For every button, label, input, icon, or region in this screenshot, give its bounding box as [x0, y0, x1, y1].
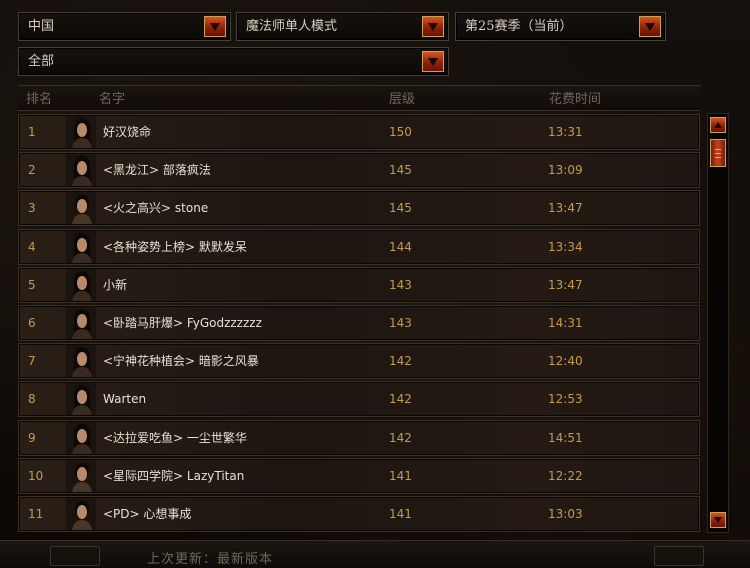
table-row[interactable]: 11 <PD> 心想事成 141 13:03: [18, 496, 700, 532]
row-name: Warten: [103, 392, 147, 406]
row-level: 150: [389, 125, 412, 139]
footer-ornament-left: [50, 546, 100, 566]
table-row[interactable]: 7 <宁神花种植会> 暗影之风暴 142 12:40: [18, 343, 700, 379]
region-dropdown[interactable]: 中国: [18, 12, 231, 41]
row-level: 145: [389, 201, 412, 215]
avatar: [66, 345, 96, 377]
row-rank: 2: [28, 163, 36, 177]
table-row[interactable]: 4 <各种姿势上榜> 默默发呆 144 13:34: [18, 229, 700, 265]
region-dropdown-button[interactable]: [204, 16, 226, 37]
avatar: [66, 231, 96, 263]
footer-ornament-right: [654, 546, 704, 566]
row-name: <各种姿势上榜> 默默发呆: [103, 240, 247, 254]
row-level: 142: [389, 431, 412, 445]
row-rank: 7: [28, 354, 36, 368]
row-time: 12:40: [548, 354, 583, 368]
row-name: <星际四学院> LazyTitan: [103, 469, 245, 483]
row-name: 好汉饶命: [103, 125, 152, 139]
class-dropdown[interactable]: 全部: [18, 47, 449, 76]
row-level: 142: [389, 392, 412, 406]
table-header: 排名 名字 层级 花费时间: [18, 85, 701, 111]
table-row[interactable]: 1 好汉饶命 150 13:31: [18, 114, 700, 150]
row-time: 14:51: [548, 431, 583, 445]
row-time: 12:22: [548, 469, 583, 483]
avatar: [66, 498, 96, 530]
row-name: <达拉爱吃鱼> 一尘世繁华: [103, 431, 247, 445]
row-time: 13:34: [548, 240, 583, 254]
row-rank: 11: [28, 507, 44, 521]
row-time: 13:31: [548, 125, 583, 139]
row-level: 142: [389, 354, 412, 368]
row-time: 14:31: [548, 316, 583, 330]
row-rank: 6: [28, 316, 36, 330]
row-level: 143: [389, 278, 412, 292]
row-name: <黑龙江> 部落疯法: [103, 163, 211, 177]
row-name: <宁神花种植会> 暗影之风暴: [103, 354, 259, 368]
chevron-down-icon: [428, 22, 438, 31]
row-rank: 8: [28, 392, 36, 406]
table-row[interactable]: 6 <卧踏马肝爆> FyGodzzzzzz 143 14:31: [18, 305, 700, 341]
avatar: [66, 460, 96, 492]
row-rank: 1: [28, 125, 36, 139]
row-name: <PD> 心想事成: [103, 507, 192, 521]
row-rank: 3: [28, 201, 36, 215]
mode-dropdown-button[interactable]: [422, 16, 444, 37]
table-row[interactable]: 8 Warten 142 12:53: [18, 381, 700, 417]
arrow-down-icon: [714, 517, 722, 523]
header-level: 层级: [389, 92, 416, 107]
chevron-down-icon: [428, 57, 438, 66]
scroll-up-button[interactable]: [710, 117, 726, 133]
row-name: 小新: [103, 278, 128, 292]
row-level: 144: [389, 240, 412, 254]
scroll-down-button[interactable]: [710, 512, 726, 528]
row-rank: 9: [28, 431, 36, 445]
arrow-up-icon: [714, 122, 722, 128]
avatar: [66, 192, 96, 224]
avatar: [66, 383, 96, 415]
row-rank: 5: [28, 278, 36, 292]
scrollbar[interactable]: [707, 113, 729, 533]
row-level: 143: [389, 316, 412, 330]
row-time: 13:47: [548, 201, 583, 215]
header-name: 名字: [99, 92, 126, 107]
table-row[interactable]: 10 <星际四学院> LazyTitan 141 12:22: [18, 458, 700, 494]
row-level: 145: [389, 163, 412, 177]
row-rank: 4: [28, 240, 36, 254]
row-name: <火之高兴> stone: [103, 201, 209, 215]
row-level: 141: [389, 507, 412, 521]
table-row[interactable]: 5 小新 143 13:47: [18, 267, 700, 303]
row-time: 13:03: [548, 507, 583, 521]
season-dropdown-label: 第25赛季（当前）: [465, 19, 573, 34]
row-time: 12:53: [548, 392, 583, 406]
header-rank: 排名: [26, 92, 53, 107]
season-dropdown[interactable]: 第25赛季（当前）: [455, 12, 666, 41]
avatar: [66, 269, 96, 301]
last-update-text: 上次更新：最新版本: [147, 552, 274, 567]
avatar: [66, 307, 96, 339]
table-row[interactable]: 2 <黑龙江> 部落疯法 145 13:09: [18, 152, 700, 188]
row-time: 13:47: [548, 278, 583, 292]
footer-bar: [0, 540, 750, 568]
avatar: [66, 422, 96, 454]
leaderboard-panel: 中国 魔法师单人模式 第25赛季（当前） 全部 排名 名字 层级 花费时间 1 好…: [0, 0, 750, 568]
scrollbar-thumb[interactable]: [710, 139, 726, 167]
avatar: [66, 154, 96, 186]
region-dropdown-label: 中国: [28, 19, 55, 34]
header-time: 花费时间: [549, 92, 602, 107]
season-dropdown-button[interactable]: [639, 16, 661, 37]
row-level: 141: [389, 469, 412, 483]
chevron-down-icon: [645, 22, 655, 31]
row-name: <卧踏马肝爆> FyGodzzzzzz: [103, 316, 262, 330]
mode-dropdown-label: 魔法师单人模式: [246, 19, 338, 34]
class-dropdown-button[interactable]: [422, 51, 444, 72]
avatar: [66, 116, 96, 148]
chevron-down-icon: [210, 22, 220, 31]
row-rank: 10: [28, 469, 44, 483]
mode-dropdown[interactable]: 魔法师单人模式: [236, 12, 449, 41]
table-row[interactable]: 3 <火之高兴> stone 145 13:47: [18, 190, 700, 226]
class-dropdown-label: 全部: [28, 54, 55, 69]
table-row[interactable]: 9 <达拉爱吃鱼> 一尘世繁华 142 14:51: [18, 420, 700, 456]
row-time: 13:09: [548, 163, 583, 177]
